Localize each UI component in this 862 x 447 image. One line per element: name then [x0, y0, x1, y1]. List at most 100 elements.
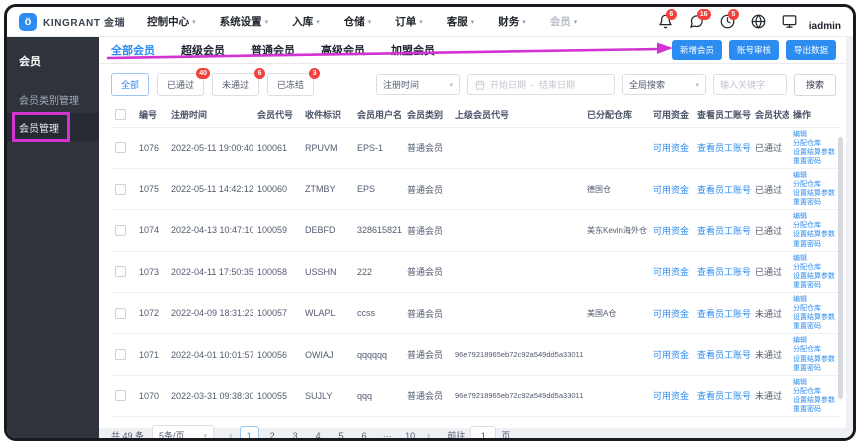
- view-staff-account-link[interactable]: 查看员工账号: [697, 309, 751, 319]
- page-button-3[interactable]: 3: [286, 426, 305, 438]
- view-staff-account-link[interactable]: 查看员工账号: [697, 185, 751, 195]
- messages-icon[interactable]: 16: [689, 14, 704, 29]
- action-button-2[interactable]: 导出数据: [786, 40, 836, 60]
- row-op-link-3[interactable]: 重置密码: [793, 240, 837, 249]
- prev-page-button[interactable]: ‹: [226, 430, 236, 438]
- nav-item-2[interactable]: 入库▾: [292, 14, 320, 29]
- row-checkbox[interactable]: [115, 308, 126, 319]
- keyword-input[interactable]: [713, 74, 787, 95]
- row-checkbox[interactable]: [115, 184, 126, 195]
- row-op-link-0[interactable]: 编辑: [793, 295, 837, 304]
- page-button-5[interactable]: 5: [332, 426, 351, 438]
- available-funds-link[interactable]: 可用资金: [653, 309, 689, 319]
- tab-3[interactable]: 高级会员: [321, 42, 365, 58]
- row-warehouse-cell: [583, 251, 649, 292]
- row-op-link-2[interactable]: 设置结算参数: [793, 189, 837, 198]
- row-checkbox[interactable]: [115, 142, 126, 153]
- sidebar-item-0[interactable]: 会员类别管理: [7, 85, 99, 113]
- row-op-link-1[interactable]: 分配仓库: [793, 221, 837, 230]
- view-staff-account-link[interactable]: 查看员工账号: [697, 226, 751, 236]
- filter-chip-3[interactable]: 已冻结3: [267, 73, 314, 96]
- row-op-link-2[interactable]: 设置结算参数: [793, 355, 837, 364]
- date-range-picker[interactable]: 开始日期 - 结束日期: [467, 74, 615, 95]
- current-user[interactable]: iadmin: [809, 21, 841, 32]
- page-button-2[interactable]: 2: [263, 426, 282, 438]
- filter-chip-1[interactable]: 已通过40: [157, 73, 204, 96]
- row-op-link-1[interactable]: 分配仓库: [793, 304, 837, 313]
- row-op-link-3[interactable]: 重置密码: [793, 322, 837, 331]
- row-op-link-1[interactable]: 分配仓库: [793, 139, 837, 148]
- filter-chip-2[interactable]: 未通过6: [212, 73, 259, 96]
- page-size-select[interactable]: 5条/页 ▾: [152, 425, 214, 438]
- row-op-link-1[interactable]: 分配仓库: [793, 180, 837, 189]
- view-staff-account-link[interactable]: 查看员工账号: [697, 350, 751, 360]
- row-op-link-0[interactable]: 编辑: [793, 171, 837, 180]
- page-button-4[interactable]: 4: [309, 426, 328, 438]
- available-funds-link[interactable]: 可用资金: [653, 267, 689, 277]
- view-staff-account-link[interactable]: 查看员工账号: [697, 267, 751, 277]
- goto-page-input[interactable]: [470, 426, 496, 438]
- row-op-link-2[interactable]: 设置结算参数: [793, 396, 837, 405]
- row-op-link-2[interactable]: 设置结算参数: [793, 313, 837, 322]
- nav-item-0[interactable]: 控制中心▾: [147, 14, 196, 29]
- available-funds-link[interactable]: 可用资金: [653, 350, 689, 360]
- fullscreen-monitor-icon[interactable]: [782, 14, 797, 29]
- available-funds-link[interactable]: 可用资金: [653, 226, 689, 236]
- next-page-button[interactable]: ›: [424, 430, 434, 438]
- row-op-link-1[interactable]: 分配仓库: [793, 387, 837, 396]
- tab-1[interactable]: 超级会员: [181, 42, 225, 58]
- tab-0[interactable]: 全部会员: [111, 42, 155, 58]
- available-funds-link[interactable]: 可用资金: [653, 143, 689, 153]
- search-button[interactable]: 搜索: [794, 74, 836, 96]
- page-button-···[interactable]: ···: [378, 426, 397, 438]
- row-category-cell: 普通会员: [403, 334, 451, 375]
- row-op-link-1[interactable]: 分配仓库: [793, 263, 837, 272]
- view-staff-account-link[interactable]: 查看员工账号: [697, 143, 751, 153]
- row-checkbox[interactable]: [115, 390, 126, 401]
- available-funds-link[interactable]: 可用资金: [653, 185, 689, 195]
- row-op-link-0[interactable]: 编辑: [793, 254, 837, 263]
- view-staff-account-link[interactable]: 查看员工账号: [697, 391, 751, 401]
- nav-item-4[interactable]: 订单▾: [395, 14, 423, 29]
- row-op-link-3[interactable]: 重置密码: [793, 198, 837, 207]
- nav-item-label: 订单: [395, 14, 416, 29]
- nav-item-1[interactable]: 系统设置▾: [220, 14, 269, 29]
- select-all-checkbox[interactable]: [115, 109, 126, 120]
- language-globe-icon[interactable]: [751, 14, 766, 29]
- nav-item-5[interactable]: 客服▾: [447, 14, 475, 29]
- page-button-10[interactable]: 10: [401, 426, 420, 438]
- filter-row: 全部已通过40未通过6已冻结3 注册时间 ▾ 开始日期 - 结束日: [99, 64, 846, 103]
- nav-item-6[interactable]: 财务▾: [498, 14, 526, 29]
- row-op-link-2[interactable]: 设置结算参数: [793, 272, 837, 281]
- row-op-link-3[interactable]: 重置密码: [793, 405, 837, 414]
- page-button-1[interactable]: 1: [240, 426, 259, 438]
- nav-item-3[interactable]: 仓储▾: [344, 14, 372, 29]
- row-op-link-2[interactable]: 设置结算参数: [793, 148, 837, 157]
- notification-bell-icon[interactable]: 6: [658, 14, 673, 29]
- row-op-link-3[interactable]: 重置密码: [793, 281, 837, 290]
- row-op-link-0[interactable]: 编辑: [793, 130, 837, 139]
- search-scope-select[interactable]: 全局搜索 ▾: [622, 74, 706, 95]
- row-op-link-0[interactable]: 编辑: [793, 212, 837, 221]
- available-funds-link[interactable]: 可用资金: [653, 391, 689, 401]
- tab-2[interactable]: 普通会员: [251, 42, 295, 58]
- row-op-link-3[interactable]: 重置密码: [793, 364, 837, 373]
- row-checkbox[interactable]: [115, 266, 126, 277]
- filter-chip-0[interactable]: 全部: [111, 73, 149, 96]
- sidebar-item-1[interactable]: 会员管理: [7, 113, 99, 141]
- table-scrollbar[interactable]: [838, 137, 843, 399]
- tab-4[interactable]: 加盟会员: [391, 42, 435, 58]
- row-op-link-0[interactable]: 编辑: [793, 336, 837, 345]
- page-button-6[interactable]: 6: [355, 426, 374, 438]
- row-checkbox[interactable]: [115, 349, 126, 360]
- action-button-1[interactable]: 账号审核: [729, 40, 779, 60]
- row-op-link-0[interactable]: 编辑: [793, 378, 837, 387]
- row-op-link-1[interactable]: 分配仓库: [793, 345, 837, 354]
- nav-item-7[interactable]: 会员▾: [550, 14, 578, 29]
- action-button-0[interactable]: 新增会员: [672, 40, 722, 60]
- row-op-link-3[interactable]: 重置密码: [793, 157, 837, 166]
- row-op-link-2[interactable]: 设置结算参数: [793, 230, 837, 239]
- pending-clock-icon[interactable]: 5: [720, 14, 735, 29]
- time-field-select[interactable]: 注册时间 ▾: [376, 74, 460, 95]
- row-checkbox[interactable]: [115, 225, 126, 236]
